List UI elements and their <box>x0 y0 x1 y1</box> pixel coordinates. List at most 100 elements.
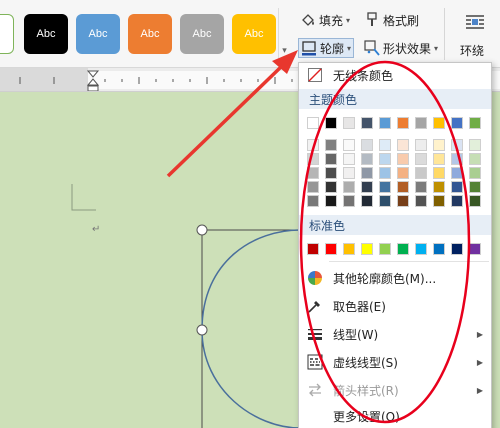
theme-color-variant-swatch[interactable] <box>433 139 445 151</box>
theme-color-swatch[interactable] <box>397 117 409 129</box>
line-weight-icon <box>307 326 323 342</box>
eyedropper-icon <box>307 298 323 314</box>
submenu-arrow-icon: ▶ <box>476 385 483 395</box>
theme-color-variant-swatch[interactable] <box>451 181 463 193</box>
arrow-style-item[interactable]: 箭头样式(R) ▶ <box>299 378 491 402</box>
theme-color-variant-swatch[interactable] <box>361 195 373 207</box>
theme-color-swatch[interactable] <box>343 117 355 129</box>
theme-color-variant-swatch[interactable] <box>343 181 355 193</box>
theme-color-variant-swatch[interactable] <box>415 153 427 165</box>
theme-color-variant-swatch[interactable] <box>433 195 445 207</box>
gallery-more-button[interactable]: ▾ <box>278 8 290 60</box>
theme-color-swatch[interactable] <box>451 117 463 129</box>
theme-color-variant-swatch[interactable] <box>415 139 427 151</box>
theme-color-variant-swatch[interactable] <box>451 167 463 179</box>
theme-color-variant-swatch[interactable] <box>307 167 319 179</box>
theme-color-variant-swatch[interactable] <box>361 181 373 193</box>
ribbon-divider <box>444 8 445 60</box>
wrap-label: 环绕 <box>460 44 485 58</box>
theme-color-variant-swatch[interactable] <box>415 195 427 207</box>
fill-button[interactable]: 填充 ▾ <box>300 10 350 30</box>
theme-color-variant-swatch[interactable] <box>415 181 427 193</box>
style-swatch-blue[interactable]: Abc <box>76 14 120 54</box>
selected-arc-shape <box>201 229 301 428</box>
theme-color-swatch[interactable] <box>361 117 373 129</box>
standard-color-swatch[interactable] <box>415 243 427 255</box>
style-swatch-black[interactable]: Abc <box>24 14 68 54</box>
more-settings-item[interactable]: 更多设置(O) <box>299 404 491 428</box>
theme-color-variant-swatch[interactable] <box>433 153 445 165</box>
no-outline-item[interactable]: 无线条颜色 <box>299 63 491 87</box>
theme-color-variant-swatch[interactable] <box>451 195 463 207</box>
theme-color-variant-swatch[interactable] <box>379 181 391 193</box>
theme-color-variant-swatch[interactable] <box>451 153 463 165</box>
format-painter-button[interactable]: 格式刷 <box>364 10 419 30</box>
eyedropper-item[interactable]: 取色器(E) <box>299 294 491 318</box>
theme-color-variant-swatch[interactable] <box>433 181 445 193</box>
style-swatch-orange[interactable]: Abc <box>128 14 172 54</box>
theme-color-variant-swatch[interactable] <box>343 139 355 151</box>
standard-color-swatch[interactable] <box>433 243 445 255</box>
theme-color-variant-swatch[interactable] <box>325 167 337 179</box>
theme-color-variant-swatch[interactable] <box>325 181 337 193</box>
theme-color-variant-swatch[interactable] <box>433 167 445 179</box>
theme-color-variant-swatch[interactable] <box>379 139 391 151</box>
theme-color-variant-swatch[interactable] <box>397 167 409 179</box>
theme-color-variant-swatch[interactable] <box>397 195 409 207</box>
shape-effects-button[interactable]: 形状效果 ▾ <box>364 38 438 58</box>
theme-color-variant-swatch[interactable] <box>469 181 481 193</box>
theme-color-swatch[interactable] <box>469 117 481 129</box>
theme-color-variant-swatch[interactable] <box>397 153 409 165</box>
style-swatch-partial[interactable] <box>0 14 14 54</box>
theme-color-variant-swatch[interactable] <box>307 153 319 165</box>
theme-color-variant-swatch[interactable] <box>397 139 409 151</box>
theme-color-variant-swatch[interactable] <box>325 139 337 151</box>
theme-color-swatch[interactable] <box>307 117 319 129</box>
standard-color-swatch[interactable] <box>469 243 481 255</box>
theme-color-variant-swatch[interactable] <box>343 153 355 165</box>
theme-color-swatch[interactable] <box>415 117 427 129</box>
theme-color-swatch[interactable] <box>433 117 445 129</box>
line-weight-item[interactable]: 线型(W) ▶ <box>299 322 491 346</box>
theme-color-variant-swatch[interactable] <box>307 181 319 193</box>
wrap-button[interactable]: 环绕 <box>458 10 490 60</box>
standard-color-swatch[interactable] <box>307 243 319 255</box>
shape-effects-label: 形状效果 <box>383 41 432 56</box>
theme-color-variant-swatch[interactable] <box>415 167 427 179</box>
style-swatch-gray[interactable]: Abc <box>180 14 224 54</box>
theme-color-variant-swatch[interactable] <box>361 153 373 165</box>
outline-button[interactable]: 轮廓 ▾ <box>298 38 355 58</box>
line-weight-label: 线型(W) <box>333 327 379 342</box>
theme-color-variant-swatch[interactable] <box>379 195 391 207</box>
theme-color-variant-swatch[interactable] <box>397 181 409 193</box>
theme-color-variant-swatch[interactable] <box>361 167 373 179</box>
theme-color-variant-swatch[interactable] <box>307 139 319 151</box>
standard-color-swatch[interactable] <box>343 243 355 255</box>
standard-color-swatch[interactable] <box>379 243 391 255</box>
more-outline-colors-item[interactable]: 其他轮廓颜色(M)... <box>299 266 491 290</box>
theme-color-variant-swatch[interactable] <box>451 139 463 151</box>
theme-color-variant-swatch[interactable] <box>469 139 481 151</box>
theme-color-variant-swatch[interactable] <box>343 195 355 207</box>
theme-color-variant-swatch[interactable] <box>469 153 481 165</box>
arrow-style-icon <box>307 382 323 398</box>
dash-type-label: 虚线线型(S) <box>333 355 398 370</box>
theme-color-variant-swatch[interactable] <box>325 153 337 165</box>
theme-color-variant-swatch[interactable] <box>469 195 481 207</box>
theme-color-variant-swatch[interactable] <box>343 167 355 179</box>
theme-color-variant-swatch[interactable] <box>469 167 481 179</box>
theme-color-variant-swatch[interactable] <box>379 153 391 165</box>
standard-color-swatch[interactable] <box>325 243 337 255</box>
theme-color-variant-swatch[interactable] <box>325 195 337 207</box>
theme-color-swatch[interactable] <box>379 117 391 129</box>
theme-color-swatch[interactable] <box>325 117 337 129</box>
standard-color-swatch[interactable] <box>361 243 373 255</box>
standard-color-swatch[interactable] <box>397 243 409 255</box>
style-swatch-gold[interactable]: Abc <box>232 14 276 54</box>
standard-colors-header: 标准色 <box>299 215 491 235</box>
theme-color-variant-swatch[interactable] <box>307 195 319 207</box>
dash-type-item[interactable]: 虚线线型(S) ▶ <box>299 350 491 374</box>
theme-color-variant-swatch[interactable] <box>361 139 373 151</box>
standard-color-swatch[interactable] <box>451 243 463 255</box>
theme-color-variant-swatch[interactable] <box>379 167 391 179</box>
